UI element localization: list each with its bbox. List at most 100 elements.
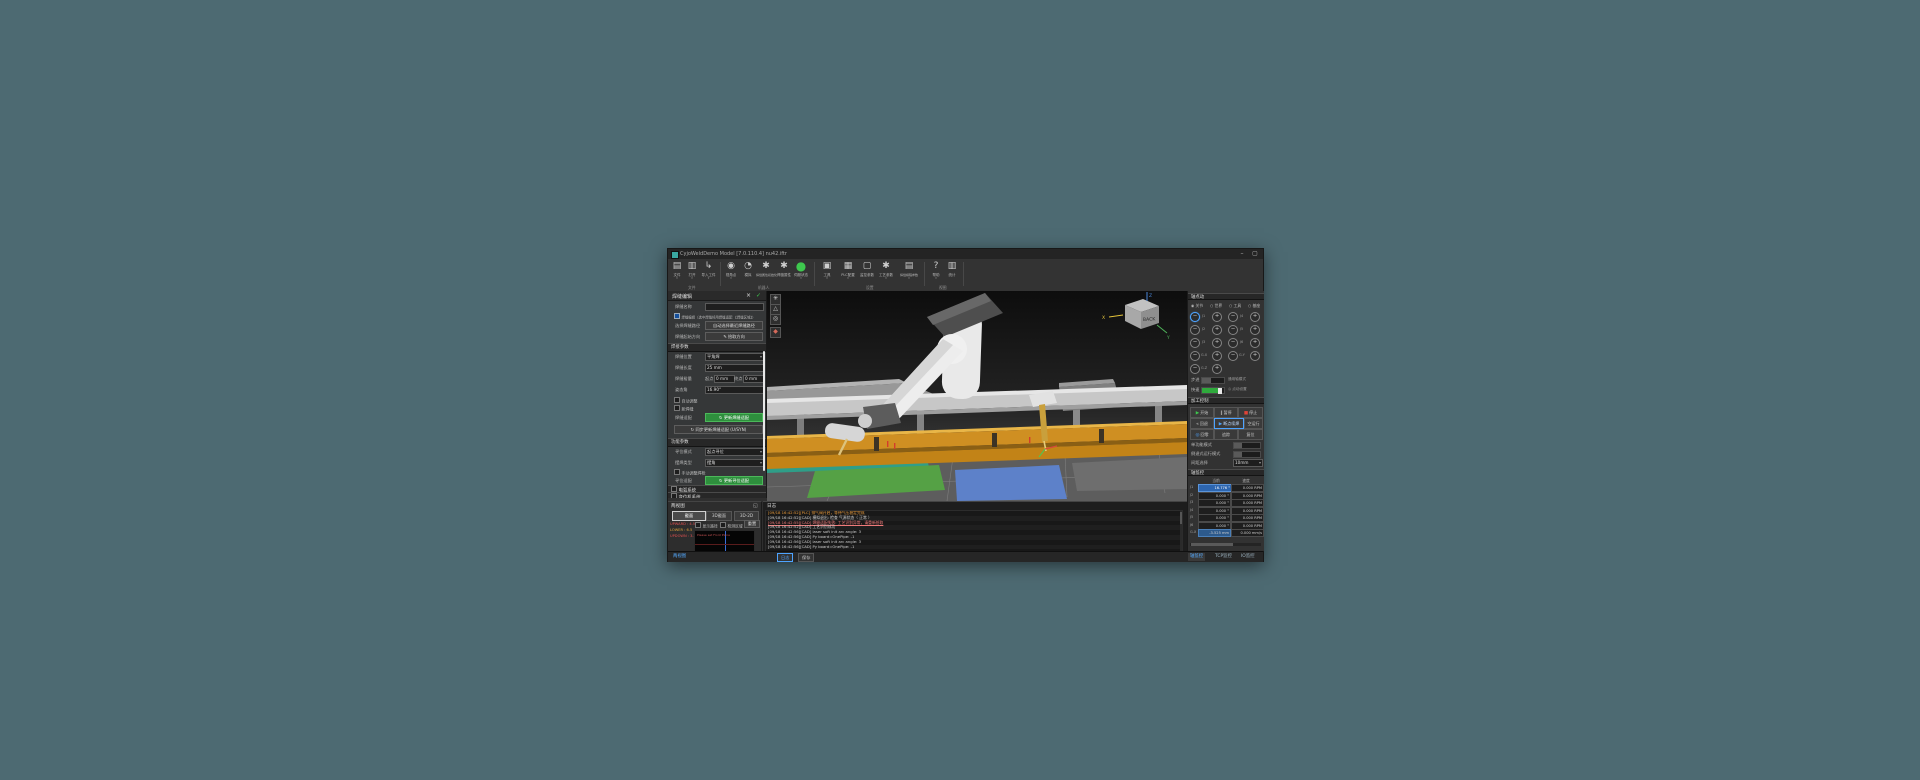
mode-radio-base[interactable]: ○ 基座 xyxy=(1248,303,1260,309)
margin-end-input[interactable]: 0 mm xyxy=(743,375,764,383)
mode-radio-tool[interactable]: ○ 工具 xyxy=(1229,303,1241,309)
jog-minus-button[interactable]: − xyxy=(1190,364,1200,374)
viewport-3d[interactable]: BACK X Y Z ✳ △ ◎ ◆ xyxy=(767,291,1187,501)
toolbar-button-tools[interactable]: ▣ 工具 ▾ xyxy=(820,261,834,280)
toolbar-button-import-part[interactable]: ↳ 导入工件 ▾ xyxy=(700,261,717,280)
single-func-toggle[interactable] xyxy=(1233,442,1261,449)
step-slider[interactable] xyxy=(1201,377,1225,384)
section-preview-canvas[interactable]: Please set Front Plane xyxy=(694,530,755,553)
toolbar-button-stats[interactable]: ▥ 统计 xyxy=(945,261,959,277)
jog-plus-button[interactable]: + xyxy=(1250,325,1260,335)
close-icon[interactable]: × xyxy=(746,292,751,299)
pose-angle-input[interactable]: 16.90° xyxy=(705,386,764,394)
axis-table-hscrollbar[interactable] xyxy=(1190,543,1261,546)
log-scrollbar[interactable] xyxy=(1180,511,1182,551)
mode-radio-world[interactable]: ○ 世界 xyxy=(1210,303,1222,309)
toolbar-button-open[interactable]: ▥ 打开 ▾ xyxy=(685,261,699,280)
auto-adjust-checkbox[interactable]: 自动调整 xyxy=(674,397,698,405)
axis-table-row[interactable]: J2 0.000 ° 0.000 RPM xyxy=(1190,491,1264,500)
seam-edit-checkbox-row[interactable]: 焊缝编辑（选中焊缝将用焊缝适配 【焊缝区域】） xyxy=(674,313,764,320)
show-path-checkbox[interactable]: 显示路径 xyxy=(695,522,718,530)
weld-params-section[interactable]: 焊接参数 xyxy=(668,343,766,352)
manual-adjust-checkbox[interactable]: 手动调整焊枪 xyxy=(674,469,706,477)
axis-table-row[interactable]: J1 16.776 ° 0.000 RPM xyxy=(1190,484,1264,492)
track-button[interactable]: 追踪 xyxy=(1214,429,1238,440)
tab-section[interactable]: 截面 xyxy=(672,511,706,521)
toolbar-button-servo-status[interactable]: ● 伺服状态 ▾ xyxy=(792,260,810,280)
jog-minus-button[interactable]: − xyxy=(1190,351,1200,361)
toolbar-button-weld-props[interactable]: ✱ 焊缝属性 xyxy=(776,261,792,277)
mode-radio-joint[interactable]: ◉ 关节 xyxy=(1191,303,1203,309)
axis-table-row[interactable]: J6 0.000 ° 0.000 RPM xyxy=(1190,521,1264,530)
toolbar-button-file[interactable]: ▤ 文件 ▾ xyxy=(670,261,684,280)
reset-button[interactable]: 复位 xyxy=(1238,429,1263,440)
jog-minus-button[interactable]: − xyxy=(1190,312,1200,322)
expand-icon[interactable]: ◱ xyxy=(753,503,758,509)
jog-minus-button[interactable]: − xyxy=(1228,338,1238,348)
stop-button[interactable]: ■停止 xyxy=(1238,407,1263,418)
common-axis-mode-label[interactable]: 通用轴模式 xyxy=(1228,377,1246,382)
reset-button[interactable]: 重置 xyxy=(744,520,760,528)
log-list[interactable]: [09/18 16:42:52][PLC] 排气阀开启，等待气压稳定完成 [09… xyxy=(765,510,1183,552)
restore-button[interactable]: ▢ xyxy=(1250,250,1260,258)
zoom-icon[interactable]: ◎ xyxy=(770,314,781,325)
log-tab-button[interactable]: 日志 xyxy=(777,553,794,562)
pick-direction-button[interactable]: ✎ 拾取方向 xyxy=(705,332,763,341)
dock-tab-dual-view[interactable]: 两视图 xyxy=(671,553,688,561)
tab-3d-section[interactable]: 3D截面 xyxy=(706,511,732,521)
axis-table-row[interactable]: G.X -3.525 mm 0.000 mm/s xyxy=(1190,529,1264,537)
jog-minus-button[interactable]: − xyxy=(1228,312,1238,322)
sync-fit-button[interactable]: ↻ 同步更新焊缝适配 (U/SYN) xyxy=(674,425,763,434)
toolbar-button-simulate[interactable]: ◔ 模拟 xyxy=(741,261,755,277)
dock-tab-axis-monitor[interactable]: 轴监控 xyxy=(1188,553,1206,561)
seam-pos-select[interactable]: 平角焊 ▾ xyxy=(705,353,764,361)
positioner-system-section[interactable]: 变位机系统 xyxy=(668,492,766,498)
axis-table-row[interactable]: J3 0.000 ° 0.000 RPM xyxy=(1190,499,1264,507)
jog-minus-button[interactable]: − xyxy=(1228,351,1238,361)
update-locate-fit-button[interactable]: ↻ 更新寻位适配 xyxy=(705,476,763,485)
home-button[interactable]: ◎回零 xyxy=(1190,429,1214,440)
jog-plus-button[interactable]: + xyxy=(1250,312,1260,322)
margin-start-input[interactable]: 0 mm xyxy=(714,375,735,383)
jog-settings-link[interactable]: ◎ 点动设置 xyxy=(1228,387,1247,392)
jog-minus-button[interactable]: − xyxy=(1228,325,1238,335)
toolbar-button-weld-init[interactable]: ✱ 焊缝属性初始化 xyxy=(756,261,777,277)
pause-button[interactable]: ‖暂停 xyxy=(1214,407,1238,418)
minimize-button[interactable]: – xyxy=(1237,250,1247,258)
jog-plus-button[interactable]: + xyxy=(1212,364,1222,374)
start-button[interactable]: ▶开始 xyxy=(1190,407,1214,418)
measure-icon[interactable]: ◆ xyxy=(770,327,781,338)
toolbar-button-traverse-params[interactable]: ▤ 焊缝横程参数 ▾ xyxy=(897,261,921,280)
toolbar-button-help[interactable]: ? 帮助 ▾ xyxy=(929,261,943,280)
weave-type-select[interactable]: 摆角 ▾ xyxy=(705,459,764,467)
dock-tab-tcp-monitor[interactable]: TCP监控 xyxy=(1213,553,1234,561)
function-params-section[interactable]: 功能参数 xyxy=(668,438,766,447)
locate-mode-select[interactable]: 起点寻位 ▾ xyxy=(705,448,764,456)
jog-plus-button[interactable]: + xyxy=(1250,351,1260,361)
auto-path-button[interactable]: 自动选择最近焊缝路径 xyxy=(705,321,763,330)
jog-minus-button[interactable]: − xyxy=(1190,338,1200,348)
jog-plus-button[interactable]: + xyxy=(1212,351,1222,361)
toolbar-button-process-params[interactable]: ✱ 工艺参数 ▾ xyxy=(878,261,894,280)
step-back-button[interactable]: «回退 xyxy=(1190,418,1214,429)
axis-table-row[interactable]: J4 0.000 ° 0.000 RPM xyxy=(1190,506,1264,515)
seam-name-input[interactable] xyxy=(705,303,764,311)
speed-slider[interactable] xyxy=(1201,387,1225,394)
jog-plus-button[interactable]: + xyxy=(1212,312,1222,322)
dry-run-button[interactable]: 空运行 xyxy=(1244,418,1263,429)
jog-minus-button[interactable]: − xyxy=(1190,325,1200,335)
update-fit-button[interactable]: ↻ 更新焊缝适配 xyxy=(705,413,763,422)
resume-weld-button[interactable]: ▶断点续焊 xyxy=(1214,418,1244,429)
toolbar-button-monitor-params[interactable]: ▢ 监控参数 xyxy=(859,261,875,277)
jog-plus-button[interactable]: + xyxy=(1250,338,1260,348)
toolbar-button-viewpoint[interactable]: ◉ 视角点 ▾ xyxy=(724,261,738,280)
dock-tab-io-monitor[interactable]: IO监控 xyxy=(1239,553,1257,561)
jog-plus-button[interactable]: + xyxy=(1212,325,1222,335)
new-seam-checkbox[interactable]: 新焊缝 xyxy=(674,405,694,413)
axis-table-row[interactable]: J5 0.000 ° 0.000 RPM xyxy=(1190,514,1264,522)
left-panel-scrollbar[interactable] xyxy=(763,351,765,471)
spacing-select[interactable]: 10mm ▾ xyxy=(1233,459,1263,467)
toolbar-button-plc-config[interactable]: ▦ PLC配置 ▾ xyxy=(840,261,856,280)
seam-length-input[interactable]: 25 mm xyxy=(705,364,764,372)
reverse-mode-toggle[interactable] xyxy=(1233,451,1261,458)
